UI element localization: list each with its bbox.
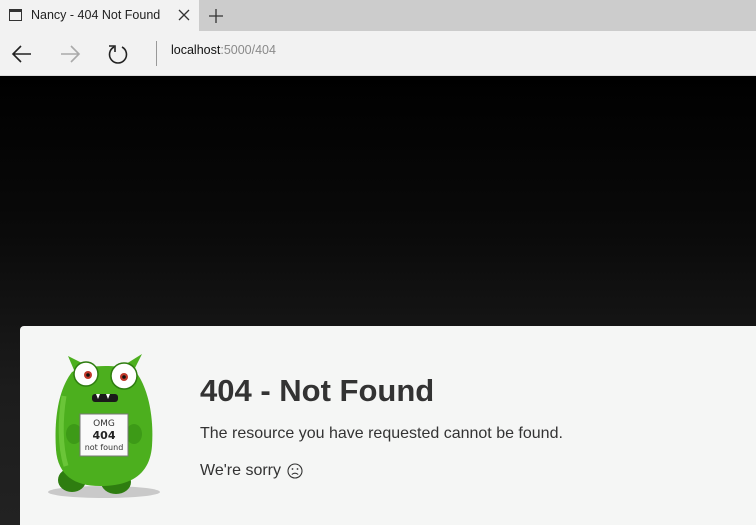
navigation-bar: localhost:5000/404: [0, 31, 756, 76]
active-tab[interactable]: Nancy - 404 Not Found: [0, 0, 199, 31]
address-path: :5000/404: [220, 43, 276, 57]
mascot-sign-404: 404: [93, 429, 116, 442]
frown-icon: [287, 463, 303, 479]
tab-bar: Nancy - 404 Not Found: [0, 0, 756, 31]
monster-mascot-image: OMG 404 not found: [48, 354, 160, 498]
mascot-sign-not-found: not found: [85, 443, 124, 452]
arrow-right-icon[interactable]: [57, 41, 83, 67]
arrow-left-icon[interactable]: [9, 41, 35, 67]
close-icon[interactable]: [175, 6, 193, 24]
refresh-icon[interactable]: [105, 41, 131, 67]
plus-icon[interactable]: [206, 6, 226, 26]
page-content: OMG 404 not found 404 - Not Found The re…: [0, 76, 756, 525]
mascot-sign-omg: OMG: [93, 419, 115, 429]
apology-line: We're sorry: [200, 462, 303, 480]
error-message: The resource you have requested cannot b…: [200, 425, 563, 442]
address-host: localhost: [171, 43, 221, 57]
page-icon: [9, 9, 22, 21]
error-heading: 404 - Not Found: [200, 373, 435, 408]
error-card: OMG 404 not found 404 - Not Found The re…: [20, 326, 756, 525]
tab-title: Nancy - 404 Not Found: [31, 8, 161, 22]
apology-text: We're sorry: [200, 462, 281, 479]
address-bar[interactable]: localhost:5000/404: [171, 43, 276, 57]
address-divider: [156, 41, 157, 66]
